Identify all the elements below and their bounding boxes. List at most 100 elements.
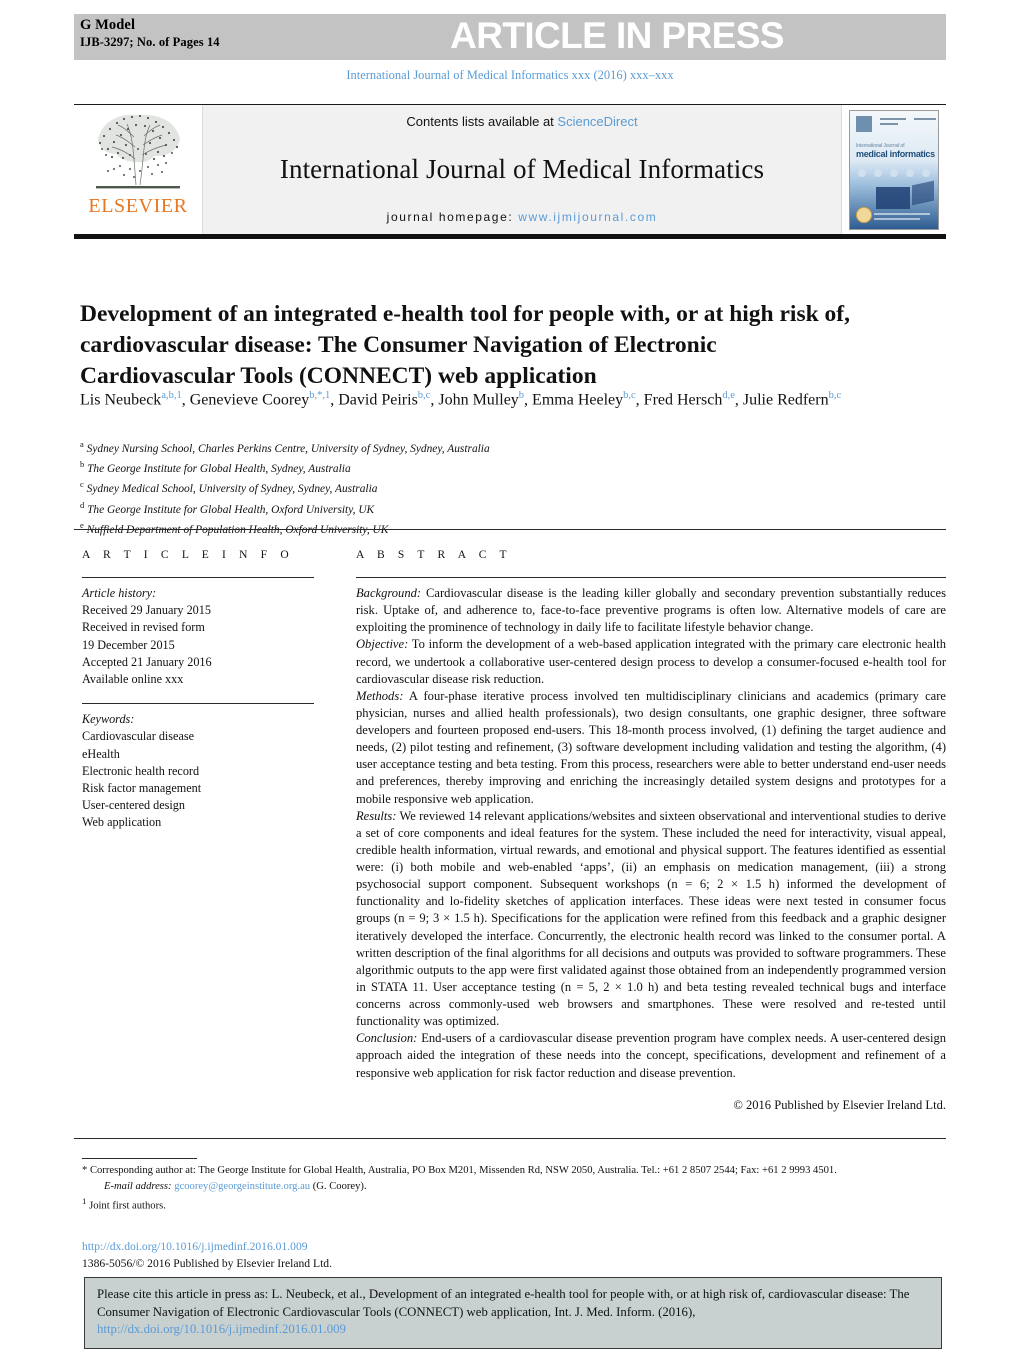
homepage-label: journal homepage: [386,210,519,224]
contents-list-line: Contents lists available at ScienceDirec… [406,114,637,129]
author-name: Genevieve Coorey [189,391,310,409]
keyword-item: User-centered design [82,798,185,813]
author-affiliation-mark: d,e [722,390,735,401]
author-affiliation-mark: b [518,390,525,401]
author-affiliation-mark: b,c [417,390,431,401]
author-affiliation-mark: a,b,1 [161,390,182,401]
author-list: Lis Neubecka,b,1, Genevieve Cooreyb,*,1,… [80,390,842,409]
info-section-bottom-rule [74,1138,946,1139]
abstract-section-text: End-users of a cardiovascular disease pr… [356,1031,946,1080]
cover-seal-icon [856,206,872,223]
cite-text: Please cite this article in press as: L.… [97,1287,910,1319]
journal-homepage-link[interactable]: www.ijmijournal.com [518,210,657,224]
keywords-rule [82,703,314,705]
author-affiliation-mark: b,c [623,390,636,401]
article-history-items: Received 29 January 2015 Received in revi… [82,602,314,688]
joint-text: Joint first authors. [86,1200,166,1212]
abstract-section-label: Conclusion: [356,1031,418,1046]
abstract-section-label: Results: [356,808,397,823]
keyword-item: Web application [82,815,162,830]
masthead-bottom-rule [74,234,946,239]
author-affiliation-mark: b,c [828,390,842,401]
page-title: Development of an integrated e-health to… [80,300,851,390]
author-name: Julie Redfern [742,391,829,409]
cover-title: International Journal of medical informa… [856,142,935,159]
cover-logo-box [856,115,872,132]
abstract-heading: A B S T R A C T [356,549,512,561]
author-affiliation-mark: b,*,1 [309,390,331,401]
keyword-item: Electronic health record [82,763,200,778]
keywords-label: Keywords: [82,712,135,727]
affiliation-mark: c [80,479,84,490]
journal-cover: International Journal of medical informa… [842,105,946,234]
abstract-section: Methods: A four-phase iterative process … [356,688,946,808]
email-note: E-mail address: gcoorey@georgeinstitute.… [82,1179,952,1195]
abstract-section-text: We reviewed 14 relevant applications/web… [356,808,946,1029]
abstract-section-text: To inform the development of a web-based… [356,637,946,686]
article-history-block: Article history: Received 29 January 201… [82,585,314,688]
article-history-item: Received 29 January 2015 [82,603,211,618]
author-name: Fred Hersch [643,391,723,409]
affiliation-item: c Sydney Medical School, University of S… [80,479,378,496]
footnote-rule [82,1158,197,1160]
keyword-item: Cardiovascular disease [82,729,195,744]
abstract-section: Objective: To inform the development of … [356,636,946,687]
affiliation-mark: b [80,459,85,470]
abstract-section-label: Background: [356,586,422,600]
info-section-top-rule [74,529,946,530]
author-name: Emma Heeley [532,391,624,409]
sciencedirect-link[interactable]: ScienceDirect [557,114,637,129]
journal-runhead: International Journal of Medical Informa… [346,68,674,82]
elsevier-logo: ELSEVIER [74,105,202,234]
author-name: Lis Neubeck [80,391,162,409]
affiliation-item: b The George Institute for Global Health… [80,459,351,476]
article-history-item: Received in revised form [82,620,205,635]
journal-cover-thumbnail: International Journal of medical informa… [849,109,939,230]
doi-link[interactable]: http://dx.doi.org/10.1016/j.ijmedinf.201… [82,1239,682,1256]
contents-prefix: Contents lists available at [406,114,558,129]
article-history-label: Article history: [82,586,157,600]
article-first-page: G Model IJB-3297; No. of Pages 14 ARTICL… [0,0,1020,1351]
article-in-press-band: G Model IJB-3297; No. of Pages 14 ARTICL… [74,14,946,60]
abstract-section-text: A four-phase iterative process involved … [356,688,946,806]
affiliation-item: d The George Institute for Global Health… [80,499,375,516]
affiliation-mark: d [80,499,85,510]
article-info-rule [82,577,314,578]
issn-line: 1386-5056/© 2016 Published by Elsevier I… [82,1256,332,1270]
journal-homepage-line: journal homepage: www.ijmijournal.com [387,210,658,224]
keyword-items: Cardiovascular disease eHealth Electronic … [82,728,314,831]
affiliation-item: a Sydney Nursing School, Charles Perkins… [80,439,490,455]
article-info-heading: A R T I C L E I N F O [82,549,294,561]
affiliation-list: a Sydney Nursing School, Charles Perkins… [80,438,780,539]
keyword-item: Risk factor management [82,781,202,796]
abstract-section-label: Methods: [356,688,404,703]
journal-title: International Journal of Medical Informa… [279,154,765,184]
abstract-rule [356,577,946,578]
joint-authors-note: 1 Joint first authors. [82,1195,952,1214]
affiliation-mark: a [80,439,84,449]
email-link[interactable]: gcoorey@georgeinstitute.org.au [174,1181,310,1192]
cite-this-article-box: Please cite this article in press as: L.… [84,1277,942,1349]
abstract-section: Results: We reviewed 14 relevant applica… [356,808,946,1031]
email-owner: (G. Coorey). [310,1180,367,1192]
abstract-section: Background: Cardiovascular disease is th… [356,585,946,636]
article-history-item: 19 December 2015 [82,637,175,652]
journal-masthead: ELSEVIER Contents lists available at Sci… [74,104,946,234]
manuscript-meta: G Model IJB-3297; No. of Pages 14 [74,14,340,60]
footnotes-block: * Corresponding author at: The George In… [82,1163,952,1214]
article-info-column: A R T I C L E I N F O Article history: R… [82,549,314,832]
keywords-block: Keywords: Cardiovascular disease eHealth E… [82,711,314,831]
masthead-center: Contents lists available at ScienceDirec… [202,105,842,234]
article-history-item: Accepted 21 January 2016 [82,654,212,669]
elsevier-tree-icon [96,114,180,189]
corresponding-text: Corresponding author at: The George Inst… [87,1165,837,1176]
keyword-item: eHealth [82,746,120,761]
elsevier-wordmark: ELSEVIER [88,195,188,217]
cite-doi-link[interactable]: http://dx.doi.org/10.1016/j.ijmedinf.201… [97,1322,346,1336]
abstract-section: Conclusion: End-users of a cardiovascula… [356,1030,946,1081]
article-in-press-text: ARTICLE IN PRESS [450,15,784,56]
abstract-body: Background: Cardiovascular disease is th… [356,585,946,1082]
manuscript-id: IJB-3297; No. of Pages 14 [80,34,220,49]
g-model-label: G Model [80,17,136,33]
abstract-section-text: Cardiovascular disease is the leading ki… [356,586,946,635]
